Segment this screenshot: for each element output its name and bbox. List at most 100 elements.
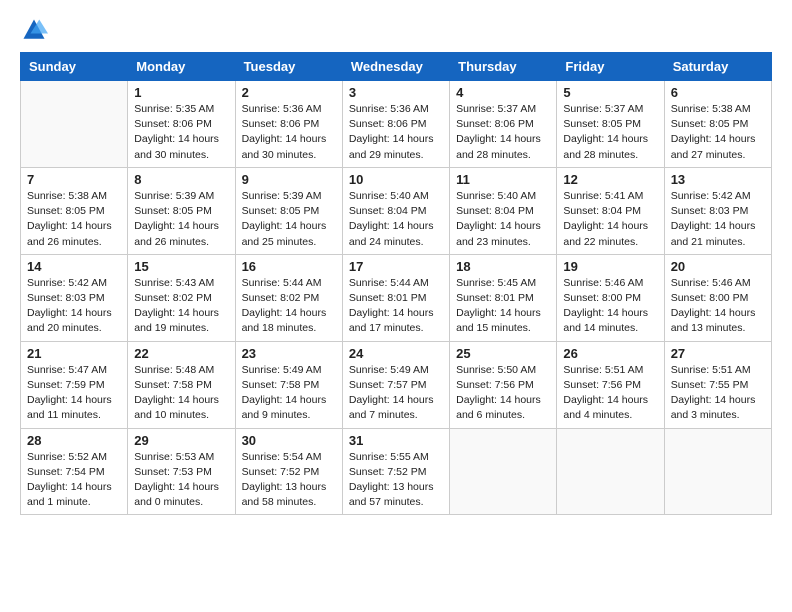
calendar-cell: 12 Sunrise: 5:41 AM Sunset: 8:04 PM Dayli… [557,167,664,254]
day-number: 20 [671,259,765,274]
calendar-cell: 6 Sunrise: 5:38 AM Sunset: 8:05 PM Daylig… [664,81,771,168]
day-number: 28 [27,433,121,448]
day-number: 23 [242,346,336,361]
day-number: 4 [456,85,550,100]
day-info: Sunrise: 5:49 AM Sunset: 7:58 PM Dayligh… [242,363,336,424]
day-number: 25 [456,346,550,361]
day-info: Sunrise: 5:35 AM Sunset: 8:06 PM Dayligh… [134,102,228,163]
day-number: 12 [563,172,657,187]
day-info: Sunrise: 5:43 AM Sunset: 8:02 PM Dayligh… [134,276,228,337]
day-info: Sunrise: 5:38 AM Sunset: 8:05 PM Dayligh… [27,189,121,250]
day-number: 29 [134,433,228,448]
day-number: 10 [349,172,443,187]
calendar-cell: 21Sunrise: 5:47 AM Sunset: 7:59 PM Dayli… [21,341,128,428]
header-cell-tuesday: Tuesday [235,53,342,81]
day-number: 3 [349,85,443,100]
calendar-cell: 14 Sunrise: 5:42 AM Sunset: 8:03 PM Dayli… [21,254,128,341]
day-info: Sunrise: 5:46 AM Sunset: 8:00 PM Dayligh… [563,276,657,337]
calendar-cell: 30Sunrise: 5:54 AM Sunset: 7:52 PM Dayli… [235,428,342,515]
calendar-cell: 18 Sunrise: 5:45 AM Sunset: 8:01 PM Dayli… [450,254,557,341]
logo-icon [20,16,48,44]
day-info: Sunrise: 5:50 AM Sunset: 7:56 PM Dayligh… [456,363,550,424]
calendar-cell: 1 Sunrise: 5:35 AM Sunset: 8:06 PM Daylig… [128,81,235,168]
day-info: Sunrise: 5:48 AM Sunset: 7:58 PM Dayligh… [134,363,228,424]
calendar-cell [557,428,664,515]
calendar-header-row: SundayMondayTuesdayWednesdayThursdayFrid… [21,53,772,81]
calendar-cell: 8 Sunrise: 5:39 AM Sunset: 8:05 PM Daylig… [128,167,235,254]
day-info: Sunrise: 5:52 AM Sunset: 7:54 PM Dayligh… [27,450,121,511]
day-info: Sunrise: 5:55 AM Sunset: 7:52 PM Dayligh… [349,450,443,511]
day-number: 18 [456,259,550,274]
calendar-cell: 16 Sunrise: 5:44 AM Sunset: 8:02 PM Dayli… [235,254,342,341]
day-info: Sunrise: 5:40 AM Sunset: 8:04 PM Dayligh… [456,189,550,250]
header [20,16,772,44]
calendar-cell: 27Sunrise: 5:51 AM Sunset: 7:55 PM Dayli… [664,341,771,428]
calendar-cell: 20 Sunrise: 5:46 AM Sunset: 8:00 PM Dayli… [664,254,771,341]
day-info: Sunrise: 5:51 AM Sunset: 7:56 PM Dayligh… [563,363,657,424]
calendar-table: SundayMondayTuesdayWednesdayThursdayFrid… [20,52,772,515]
day-number: 5 [563,85,657,100]
calendar-cell: 13Sunrise: 5:42 AM Sunset: 8:03 PM Dayli… [664,167,771,254]
day-info: Sunrise: 5:49 AM Sunset: 7:57 PM Dayligh… [349,363,443,424]
day-info: Sunrise: 5:37 AM Sunset: 8:06 PM Dayligh… [456,102,550,163]
day-number: 11 [456,172,550,187]
day-number: 9 [242,172,336,187]
calendar-week-row: 21Sunrise: 5:47 AM Sunset: 7:59 PM Dayli… [21,341,772,428]
calendar-cell: 19 Sunrise: 5:46 AM Sunset: 8:00 PM Dayli… [557,254,664,341]
day-info: Sunrise: 5:46 AM Sunset: 8:00 PM Dayligh… [671,276,765,337]
day-number: 22 [134,346,228,361]
calendar-cell: 22 Sunrise: 5:48 AM Sunset: 7:58 PM Dayli… [128,341,235,428]
day-number: 15 [134,259,228,274]
day-info: Sunrise: 5:42 AM Sunset: 8:03 PM Dayligh… [27,276,121,337]
day-number: 8 [134,172,228,187]
day-info: Sunrise: 5:41 AM Sunset: 8:04 PM Dayligh… [563,189,657,250]
header-cell-wednesday: Wednesday [342,53,449,81]
day-info: Sunrise: 5:36 AM Sunset: 8:06 PM Dayligh… [242,102,336,163]
calendar-week-row: 7 Sunrise: 5:38 AM Sunset: 8:05 PM Daylig… [21,167,772,254]
day-number: 19 [563,259,657,274]
header-cell-monday: Monday [128,53,235,81]
day-info: Sunrise: 5:39 AM Sunset: 8:05 PM Dayligh… [134,189,228,250]
calendar-cell: 25 Sunrise: 5:50 AM Sunset: 7:56 PM Dayli… [450,341,557,428]
day-number: 24 [349,346,443,361]
day-number: 31 [349,433,443,448]
calendar-cell: 28 Sunrise: 5:52 AM Sunset: 7:54 PM Dayli… [21,428,128,515]
calendar-week-row: 1 Sunrise: 5:35 AM Sunset: 8:06 PM Daylig… [21,81,772,168]
day-info: Sunrise: 5:53 AM Sunset: 7:53 PM Dayligh… [134,450,228,511]
day-number: 6 [671,85,765,100]
day-info: Sunrise: 5:40 AM Sunset: 8:04 PM Dayligh… [349,189,443,250]
calendar-cell [664,428,771,515]
day-number: 14 [27,259,121,274]
header-cell-saturday: Saturday [664,53,771,81]
calendar-cell [450,428,557,515]
day-number: 7 [27,172,121,187]
calendar-cell: 29 Sunrise: 5:53 AM Sunset: 7:53 PM Dayli… [128,428,235,515]
day-info: Sunrise: 5:44 AM Sunset: 8:02 PM Dayligh… [242,276,336,337]
calendar-cell: 9Sunrise: 5:39 AM Sunset: 8:05 PM Daylig… [235,167,342,254]
day-number: 27 [671,346,765,361]
calendar-cell: 31 Sunrise: 5:55 AM Sunset: 7:52 PM Dayli… [342,428,449,515]
day-info: Sunrise: 5:37 AM Sunset: 8:05 PM Dayligh… [563,102,657,163]
calendar-cell [21,81,128,168]
day-info: Sunrise: 5:54 AM Sunset: 7:52 PM Dayligh… [242,450,336,511]
day-number: 16 [242,259,336,274]
day-info: Sunrise: 5:38 AM Sunset: 8:05 PM Dayligh… [671,102,765,163]
day-number: 26 [563,346,657,361]
header-cell-friday: Friday [557,53,664,81]
day-info: Sunrise: 5:47 AM Sunset: 7:59 PM Dayligh… [27,363,121,424]
calendar-cell: 26 Sunrise: 5:51 AM Sunset: 7:56 PM Dayli… [557,341,664,428]
calendar-cell: 15 Sunrise: 5:43 AM Sunset: 8:02 PM Dayli… [128,254,235,341]
calendar-cell: 3Sunrise: 5:36 AM Sunset: 8:06 PM Daylig… [342,81,449,168]
day-number: 1 [134,85,228,100]
calendar-cell: 23 Sunrise: 5:49 AM Sunset: 7:58 PM Dayli… [235,341,342,428]
day-number: 2 [242,85,336,100]
calendar-week-row: 28 Sunrise: 5:52 AM Sunset: 7:54 PM Dayli… [21,428,772,515]
day-info: Sunrise: 5:44 AM Sunset: 8:01 PM Dayligh… [349,276,443,337]
header-cell-sunday: Sunday [21,53,128,81]
calendar-cell: 24 Sunrise: 5:49 AM Sunset: 7:57 PM Dayli… [342,341,449,428]
day-number: 13 [671,172,765,187]
calendar-cell: 7 Sunrise: 5:38 AM Sunset: 8:05 PM Daylig… [21,167,128,254]
day-info: Sunrise: 5:45 AM Sunset: 8:01 PM Dayligh… [456,276,550,337]
calendar-cell: 11 Sunrise: 5:40 AM Sunset: 8:04 PM Dayli… [450,167,557,254]
calendar-cell: 2 Sunrise: 5:36 AM Sunset: 8:06 PM Daylig… [235,81,342,168]
